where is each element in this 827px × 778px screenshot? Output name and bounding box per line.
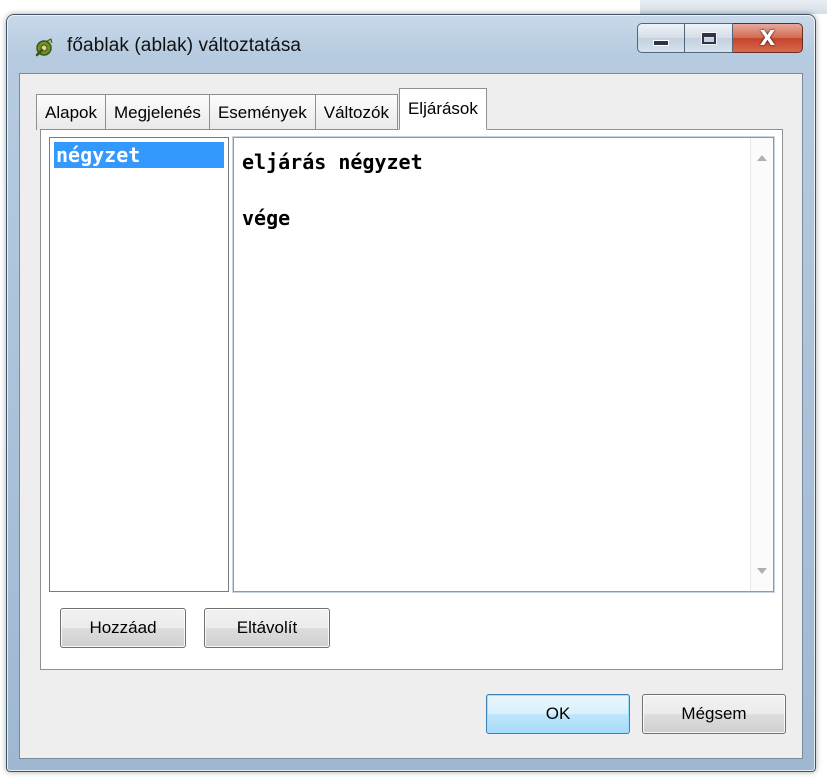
remove-button[interactable]: Eltávolít [204, 608, 330, 648]
list-item-negyzet[interactable]: négyzet [54, 142, 224, 168]
scroll-down-arrow-icon[interactable] [757, 568, 767, 574]
tab-strip: Alapok Megjelenés Események Változók Elj… [36, 88, 487, 130]
maximize-icon [700, 31, 717, 45]
close-icon: X [759, 26, 776, 50]
code-text[interactable]: eljárás négyzet vége [242, 148, 423, 232]
ok-button[interactable]: OK [486, 694, 630, 734]
procedure-list[interactable]: négyzet [49, 137, 229, 592]
code-editor[interactable]: eljárás négyzet vége [232, 136, 775, 593]
tab-eljarasok[interactable]: Eljárások [398, 88, 487, 130]
tab-megjelenes[interactable]: Megjelenés [104, 94, 210, 130]
vertical-scrollbar[interactable] [750, 138, 773, 591]
close-button[interactable]: X [733, 23, 803, 53]
cancel-button[interactable]: Mégsem [642, 694, 786, 734]
tab-valtozok[interactable]: Változók [314, 94, 398, 130]
maximize-button[interactable] [685, 23, 733, 53]
add-button[interactable]: Hozzáad [60, 608, 186, 648]
background-window-strip [640, 0, 827, 14]
code-line-3: vége [242, 206, 291, 230]
tab-esemenyek[interactable]: Események [208, 94, 316, 130]
window-controls: X [637, 23, 803, 53]
minimize-icon [653, 40, 669, 46]
minimize-button[interactable] [637, 23, 685, 53]
code-line-1: eljárás négyzet [242, 150, 423, 174]
scroll-up-arrow-icon[interactable] [757, 155, 767, 161]
window-title: főablak (ablak) változtatása [67, 35, 302, 56]
tab-alapok[interactable]: Alapok [36, 94, 106, 130]
app-icon [35, 38, 53, 57]
title-bar[interactable]: főablak (ablak) változtatása X [7, 15, 815, 73]
